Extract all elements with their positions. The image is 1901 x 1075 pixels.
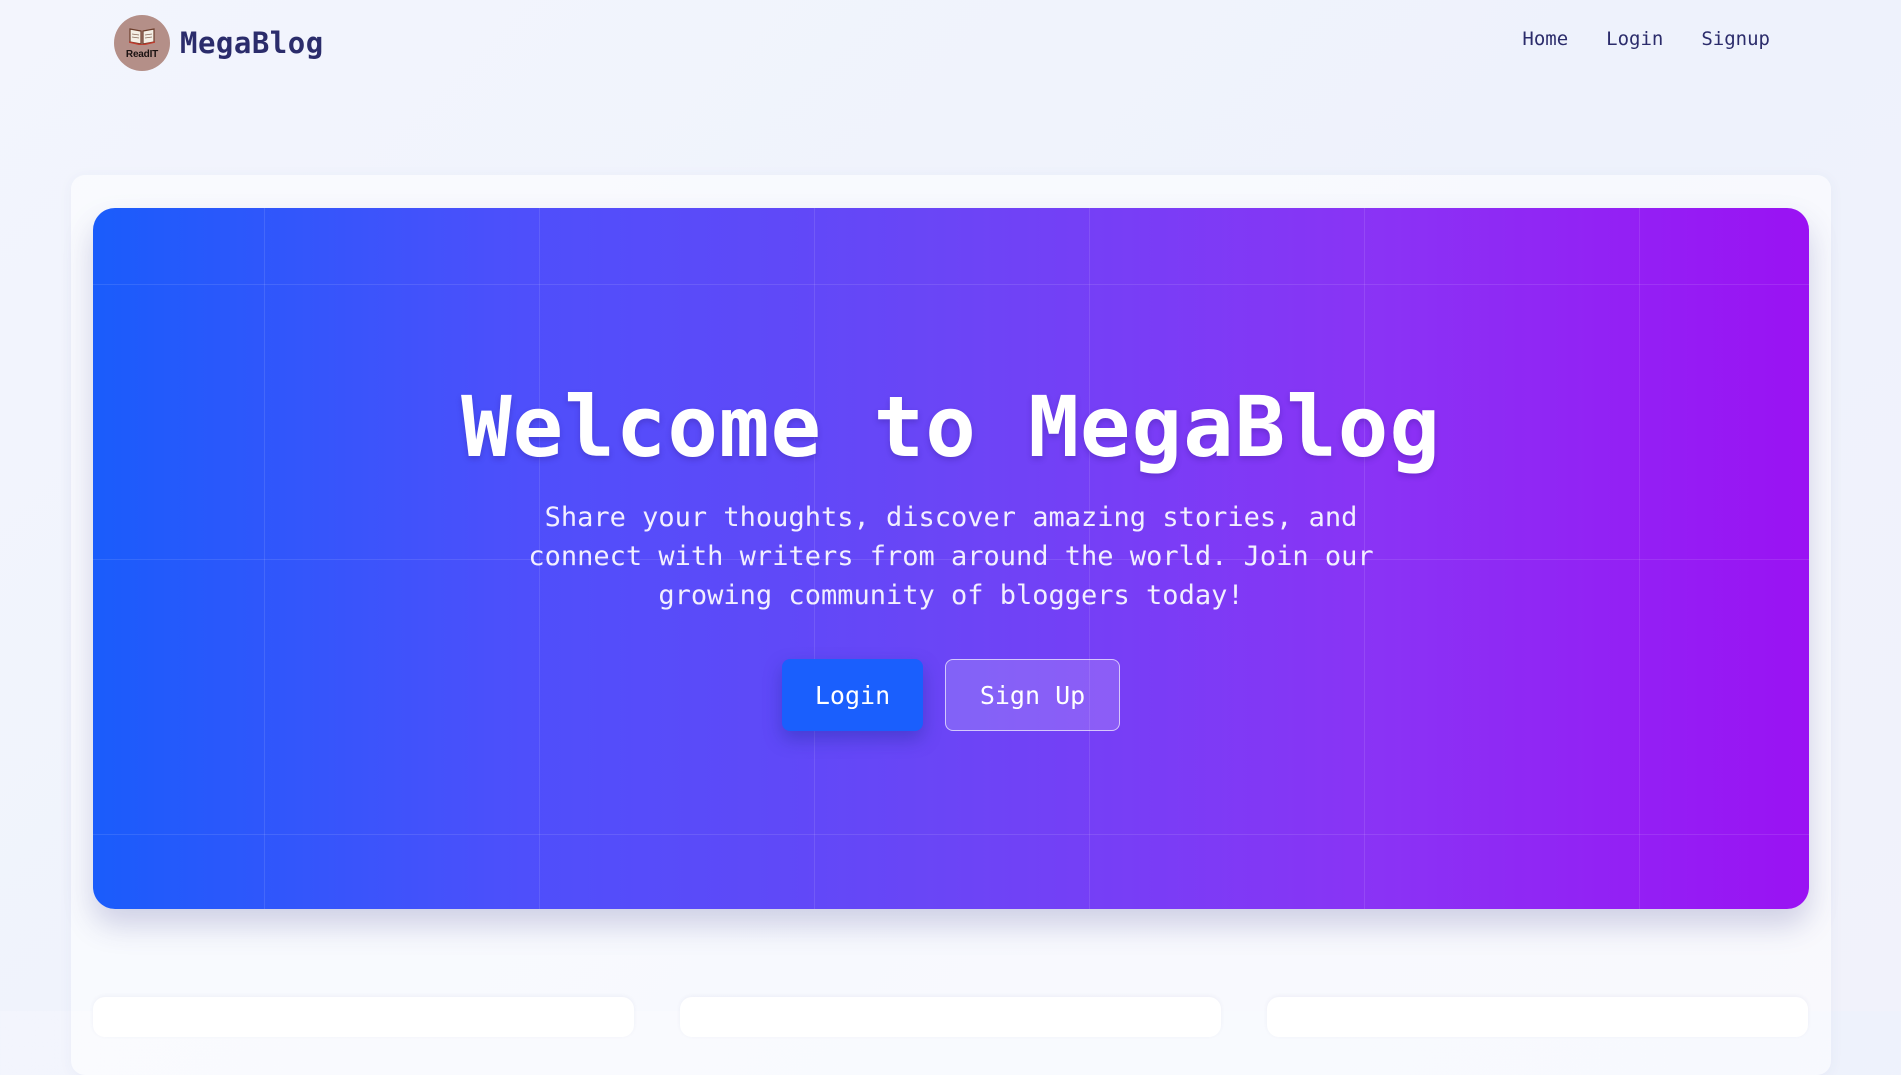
navbar: ReadIT MegaBlog Home Login Signup [0,0,1901,86]
grid-line [93,834,1809,835]
book-icon [129,28,155,45]
login-button[interactable]: Login [782,659,923,731]
hero-title: Welcome to MegaBlog [461,378,1441,476]
brand-name: MegaBlog [180,26,324,60]
nav-link-login[interactable]: Login [1606,28,1663,50]
post-card[interactable] [1267,997,1808,1037]
hero-banner: Welcome to MegaBlog Share your thoughts,… [93,208,1809,909]
logo-text: ReadIT [125,49,159,60]
post-card[interactable] [93,997,634,1037]
logo: ReadIT [114,15,170,71]
nav-link-home[interactable]: Home [1522,28,1568,50]
nav-links: Home Login Signup [1522,28,1770,50]
grid-line [93,284,1809,285]
post-card[interactable] [680,997,1221,1037]
hero-actions: Login Sign Up [93,659,1809,731]
signup-button[interactable]: Sign Up [945,659,1120,731]
nav-link-signup[interactable]: Signup [1701,28,1770,50]
hero-subtitle: Share your thoughts, discover amazing st… [528,502,1374,611]
brand-link[interactable]: ReadIT MegaBlog [114,15,324,71]
